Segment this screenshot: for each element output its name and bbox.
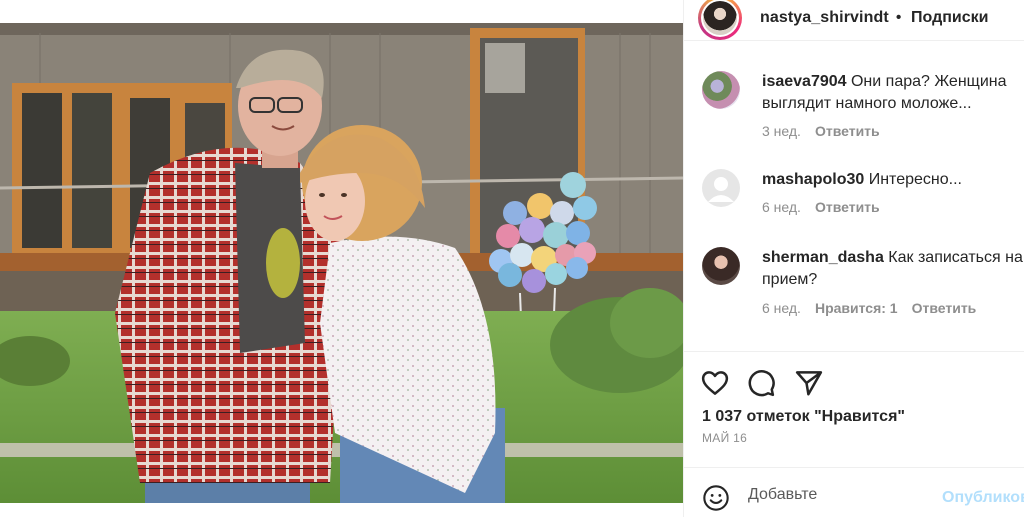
comment-meta: 6 нед. Нравится: 1 Ответить [762, 300, 990, 316]
publish-button[interactable]: Опубликов [942, 489, 1024, 507]
author-username[interactable]: nastya_shirvindt [760, 9, 889, 27]
comment-likes[interactable]: Нравится: 1 [815, 300, 898, 316]
post-side-panel: nastya_shirvindt • Подписки isaeva7904 О… [683, 0, 1024, 517]
comment-meta: 3 нед. Ответить [762, 123, 894, 139]
reply-button[interactable]: Ответить [912, 300, 977, 316]
commenter-username[interactable]: mashapolo30 [762, 171, 864, 188]
post-actions: 1 037 отметок "Нравится" МАЙ 16 [684, 351, 1024, 468]
add-comment-bar: Опубликов [684, 467, 1024, 518]
commenter-avatar[interactable] [702, 71, 740, 109]
commenter-username[interactable]: sherman_dasha [762, 249, 884, 266]
smiley-icon[interactable] [702, 484, 732, 514]
comment-meta: 6 нед. Ответить [762, 199, 894, 215]
post-header: nastya_shirvindt • Подписки [684, 0, 1024, 41]
comments-list[interactable]: isaeva7904 Они пара? Женщина выглядит на… [684, 41, 1024, 350]
post-media-area [0, 0, 683, 517]
comment-text-block: isaeva7904 Они пара? Женщина выглядит на… [762, 71, 1024, 115]
post-photo[interactable] [0, 23, 683, 503]
post-date[interactable]: МАЙ 16 [702, 431, 747, 445]
default-user-icon [708, 177, 734, 202]
comment-text-block: sherman_dasha Как записаться на прием? [762, 247, 1024, 291]
following-button[interactable]: Подписки [911, 9, 988, 27]
comment-time[interactable]: 6 нед. [762, 199, 801, 215]
avatar-image [703, 1, 737, 35]
paper-plane-icon[interactable] [794, 368, 826, 400]
comment-bubble-icon[interactable] [746, 368, 778, 400]
author-avatar[interactable] [698, 0, 742, 40]
comment-text: Интересно... [868, 171, 962, 188]
comment-time[interactable]: 3 нед. [762, 123, 801, 139]
photo-illustration [0, 23, 683, 503]
heart-icon[interactable] [700, 368, 732, 400]
header-separator: • [896, 9, 902, 26]
reply-button[interactable]: Ответить [815, 199, 880, 215]
commenter-avatar[interactable] [702, 247, 740, 285]
commenter-avatar[interactable] [702, 169, 740, 207]
commenter-username[interactable]: isaeva7904 [762, 73, 847, 90]
reply-button[interactable]: Ответить [815, 123, 880, 139]
comment-input[interactable] [748, 480, 928, 510]
comment-time[interactable]: 6 нед. [762, 300, 801, 316]
likes-count[interactable]: 1 037 отметок "Нравится" [702, 408, 905, 426]
comment-text-block: mashapolo30 Интересно... [762, 169, 1024, 191]
avatar-inner [701, 0, 739, 37]
